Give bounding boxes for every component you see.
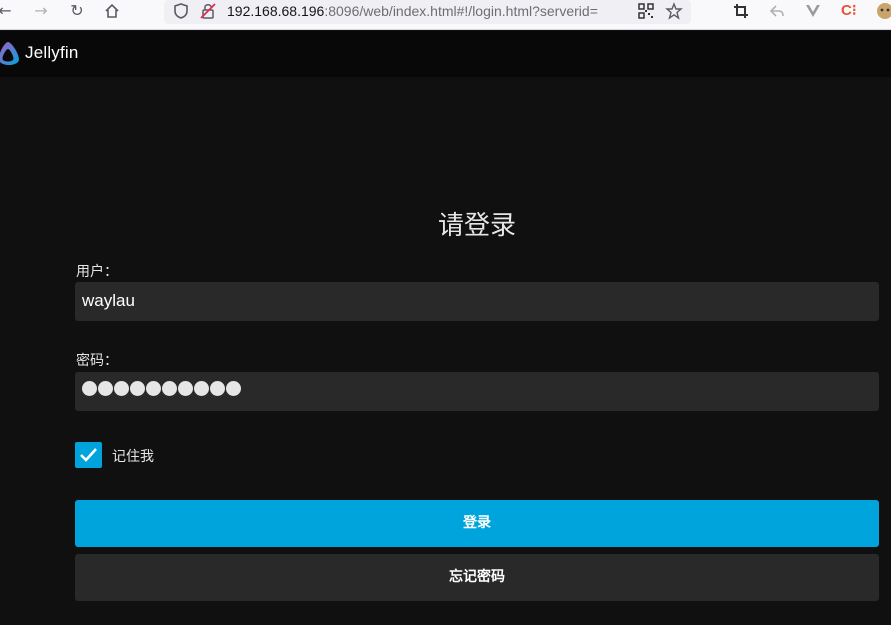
bookmark-star-icon[interactable] [665,2,683,20]
password-dot [162,381,177,396]
qr-code-icon[interactable] [637,2,655,20]
password-dot [210,381,225,396]
insecure-lock-icon[interactable] [199,2,217,20]
password-dot [178,381,193,396]
login-button[interactable]: 登录 [75,500,879,547]
password-dot [146,381,161,396]
crop-icon[interactable] [732,2,750,20]
url-host: 192.168.68.196 [227,3,325,19]
username-value: waylau [82,291,135,310]
url-path: :8096/web/index.html#!/login.html?server… [324,3,598,19]
forward-icon[interactable]: → [30,0,52,22]
password-mask [82,381,241,396]
home-icon[interactable] [101,0,123,22]
password-dot [226,381,241,396]
avatar-extension-icon[interactable] [876,2,891,20]
remember-me-label[interactable]: 记住我 [112,446,154,466]
vue-devtools-icon[interactable] [804,2,822,20]
password-field[interactable] [75,372,879,411]
browser-toolbar: ← → ↻ 192.168.68.196:8096/web/index.html… [0,0,891,30]
app-header: Jellyfin [0,31,891,77]
username-field[interactable]: waylau [75,282,879,321]
password-dot [130,381,145,396]
app-name[interactable]: Jellyfin [25,43,79,63]
back-icon[interactable]: ← [0,0,16,22]
page-title: 请登录 [437,210,516,240]
password-dot [98,381,113,396]
extension-c-icon[interactable]: C⁝ [841,2,859,20]
password-dot [114,381,129,396]
url-text: 192.168.68.196:8096/web/index.html#!/log… [227,1,630,21]
jellyfin-logo-icon[interactable] [0,40,22,66]
reply-icon[interactable] [768,2,786,20]
reload-icon[interactable]: ↻ [66,0,88,22]
password-dot [194,381,209,396]
username-label: 用户： [76,264,118,280]
remember-me-checkbox[interactable] [75,442,102,468]
checkmark-icon [80,448,97,462]
password-dot [82,381,97,396]
forgot-password-button[interactable]: 忘记密码 [75,554,879,601]
password-label: 密码： [76,353,118,369]
shield-icon[interactable] [172,2,190,20]
